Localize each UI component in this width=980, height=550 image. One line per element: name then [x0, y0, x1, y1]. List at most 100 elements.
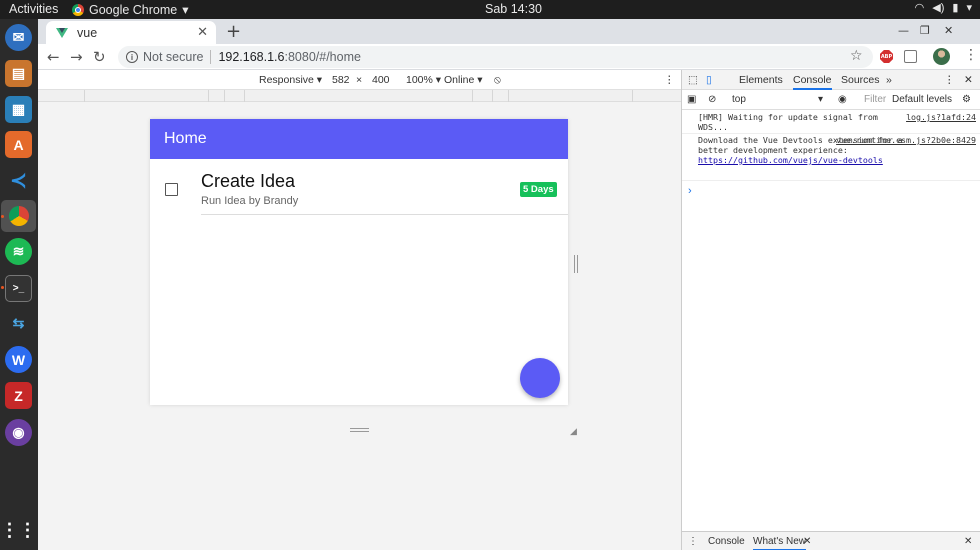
chevron-down-icon: ▾	[818, 94, 824, 105]
sidebar-toggle-icon[interactable]: ▣	[687, 94, 696, 105]
resize-handle-right[interactable]	[574, 255, 578, 273]
console-message: [HMR] Waiting for update signal from WDS…	[698, 112, 976, 132]
todo-checkbox[interactable]	[165, 183, 178, 196]
console-prompt-icon[interactable]: ›	[688, 185, 692, 197]
list-item[interactable]: Create Idea Run Idea by Brandy 5 Days	[150, 159, 568, 215]
system-top-bar: Activities Google Chrome ▾ Sab 14:30 ◠ ◀…	[0, 0, 980, 19]
zoom-select[interactable]: 100% ▾	[406, 74, 441, 86]
chrome-menu-icon[interactable]: ⋮	[964, 47, 978, 63]
device-mode-label: Responsive	[259, 74, 314, 86]
resize-handle-bottom[interactable]	[350, 428, 369, 432]
rotate-icon[interactable]: ⦸	[494, 74, 501, 87]
activities-button[interactable]: Activities	[9, 2, 58, 16]
chrome-icon[interactable]	[1, 200, 36, 232]
volume-icon: ◀)	[932, 2, 945, 14]
writer-icon[interactable]: ▦	[5, 96, 32, 123]
log-levels-select[interactable]: Default levels	[892, 94, 952, 105]
adblock-icon[interactable]: ABP	[880, 50, 893, 63]
minimize-icon[interactable]: —	[898, 24, 909, 37]
firefox-icon[interactable]: ▤	[5, 60, 32, 87]
live-expression-icon[interactable]: ◉	[838, 94, 847, 105]
vue-devtools-link[interactable]: https://github.com/vuejs/vue-devtools	[698, 155, 883, 165]
bookmark-star-icon[interactable]: ☆	[850, 48, 863, 64]
add-todo-button[interactable]	[520, 358, 560, 398]
vscode-icon[interactable]: ≺	[5, 167, 32, 194]
url-path: :8080/#/home	[284, 50, 361, 64]
system-tray[interactable]: ◠ ◀) ▮ ▾	[915, 1, 972, 14]
dock: ✉ ▤ ▦ A ≺ ≋ >_ ⇆ W Z ◉ ⋮⋮	[0, 19, 38, 550]
devtools-close-icon[interactable]: ✕	[964, 74, 973, 86]
console-source-link[interactable]: log.js?1afd:24	[906, 112, 976, 122]
running-indicator	[1, 215, 4, 218]
files-icon[interactable]: ✉	[5, 24, 32, 51]
more-tabs-icon[interactable]: »	[886, 74, 892, 86]
viewport-height-input[interactable]: 400	[372, 74, 390, 86]
drawer-tab-console[interactable]: Console	[708, 536, 745, 547]
tab-elements[interactable]: Elements	[739, 74, 783, 86]
device-toggle-icon[interactable]: ▯	[706, 74, 712, 86]
app-grid-icon[interactable]: ⋮⋮	[1, 517, 37, 544]
device-options-icon[interactable]: ⋮	[664, 74, 675, 86]
filter-input[interactable]: Filter	[864, 94, 886, 105]
reload-button[interactable]: ↻	[93, 48, 106, 66]
tab-title: vue	[77, 25, 98, 40]
device-mode-select[interactable]: Responsive ▾	[259, 74, 322, 86]
zoom-label: 100%	[406, 74, 433, 86]
toolbar: ← → ↻ i Not secure 192.168.1.6 :8080/#/h…	[38, 44, 980, 70]
console-source-link[interactable]: vue.runtime.esm.js?2b0e:8429	[836, 135, 976, 145]
window-close-icon[interactable]: ✕	[944, 24, 953, 37]
network-icon[interactable]: ⇆	[5, 310, 32, 337]
clock[interactable]: Sab 14:30	[485, 2, 542, 16]
github-icon[interactable]: ◉	[5, 419, 32, 446]
resize-handle-corner[interactable]: ◢	[570, 427, 577, 437]
forward-button[interactable]: →	[70, 48, 83, 66]
running-indicator	[1, 286, 4, 289]
inspect-icon[interactable]: ⬚	[688, 74, 698, 86]
divider	[201, 214, 568, 215]
devtools-menu-icon[interactable]: ⋮	[944, 74, 955, 86]
drawer-tab-whats-new[interactable]: What's New	[753, 536, 807, 550]
console-message: Download the Vue Devtools extension for …	[698, 135, 976, 165]
context-label: top	[732, 94, 746, 105]
todo-subtitle: Run Idea by Brandy	[201, 195, 299, 207]
tab-sources[interactable]: Sources	[841, 74, 880, 86]
chevron-down-icon: ▾	[182, 3, 189, 17]
extension-icon[interactable]	[904, 50, 917, 63]
app-menu-label: Google Chrome	[89, 2, 178, 17]
browser-tab[interactable]: vue ✕	[46, 21, 216, 44]
app-header: Home	[150, 119, 568, 159]
drawer-menu-icon[interactable]: ⋮	[688, 536, 698, 547]
avatar[interactable]	[933, 48, 950, 65]
tab-console[interactable]: Console	[793, 74, 832, 90]
devtools-tabs: ⬚ ▯ Elements Console Sources » ⋮ ✕	[682, 70, 980, 90]
console-settings-icon[interactable]: ⚙	[962, 94, 971, 105]
software-center-icon[interactable]: A	[5, 131, 32, 158]
media-query-ruler[interactable]	[38, 90, 681, 102]
console-toolbar: ▣ ⊘ top ▾ ◉ Filter Default levels ⚙	[682, 90, 980, 110]
close-drawer-tab-icon[interactable]: ✕	[803, 536, 811, 547]
close-drawer-icon[interactable]: ✕	[964, 536, 972, 547]
spotify-icon[interactable]: ≋	[5, 238, 32, 265]
network-throttle-select[interactable]: Online ▾	[444, 74, 483, 86]
terminal-icon[interactable]: >_	[5, 275, 32, 302]
new-tab-button[interactable]: +	[226, 21, 241, 42]
viewport-width-input[interactable]: 582	[332, 74, 350, 86]
maximize-icon[interactable]: ❐	[920, 24, 930, 37]
back-button[interactable]: ←	[47, 48, 60, 66]
wps-icon[interactable]: W	[5, 346, 32, 373]
network-label: Online	[444, 74, 475, 86]
security-status[interactable]: Not secure	[143, 50, 203, 64]
divider	[210, 50, 212, 64]
status-badge: 5 Days	[520, 182, 557, 197]
address-bar[interactable]: i Not secure 192.168.1.6 :8080/#/home	[118, 46, 873, 68]
emulated-device: Home Create Idea Run Idea by Brandy 5 Da…	[150, 119, 568, 405]
divider	[682, 180, 980, 181]
close-tab-icon[interactable]: ✕	[197, 24, 208, 40]
app-menu[interactable]: Google Chrome ▾	[72, 2, 189, 17]
dimension-separator: ×	[356, 74, 363, 86]
info-icon[interactable]: i	[126, 51, 138, 63]
context-select[interactable]: top ▾	[732, 94, 828, 105]
filezilla-icon[interactable]: Z	[5, 382, 32, 409]
clear-console-icon[interactable]: ⊘	[708, 94, 716, 105]
wifi-icon: ◠	[914, 2, 925, 14]
